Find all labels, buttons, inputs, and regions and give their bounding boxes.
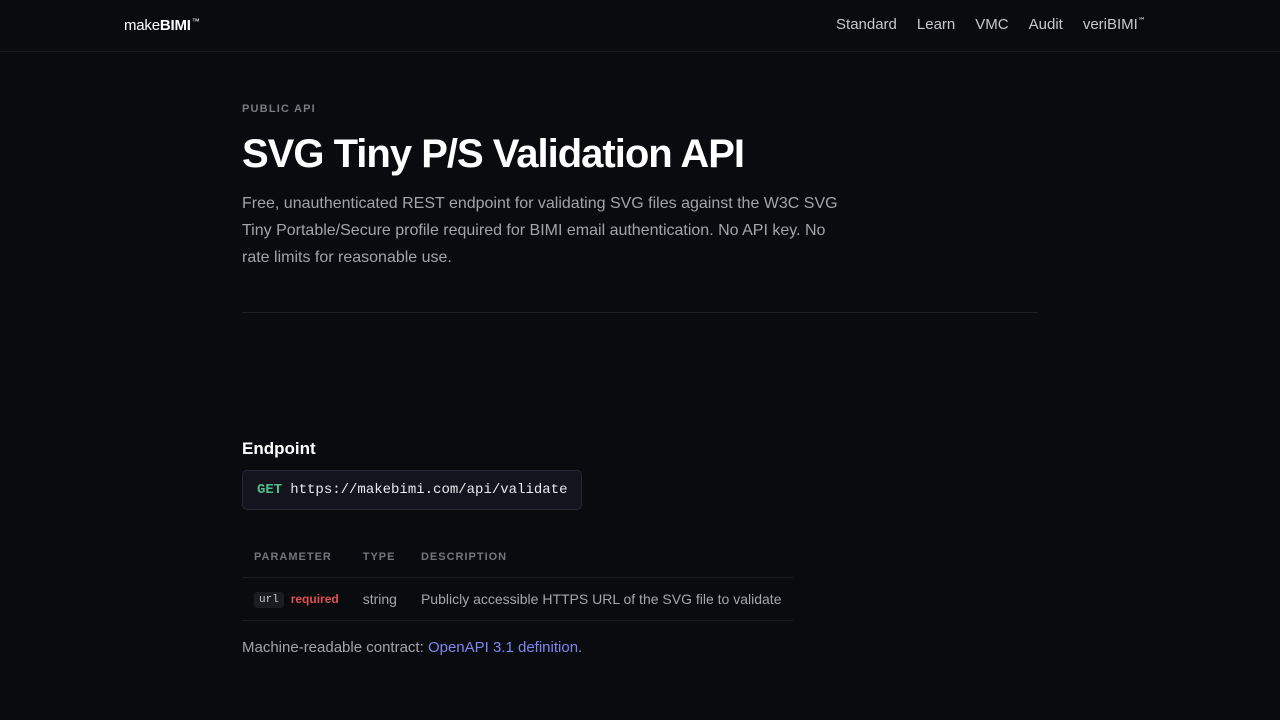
column-header-description: DESCRIPTION	[408, 537, 794, 578]
http-method: GET	[257, 482, 283, 498]
param-type: string	[350, 577, 409, 621]
param-description: Publicly accessible HTTPS URL of the SVG…	[408, 577, 794, 621]
section-divider	[242, 312, 1038, 313]
nav-link-veribimi[interactable]: veriBIMI℠	[1083, 16, 1146, 33]
nav-link-standard[interactable]: Standard	[836, 16, 897, 33]
table-row: url required string Publicly accessible …	[242, 577, 794, 621]
column-header-parameter: PARAMETER	[242, 537, 351, 578]
nav-link-audit[interactable]: Audit	[1029, 16, 1063, 33]
required-badge: required	[290, 592, 339, 606]
service-mark: ℠	[1137, 16, 1146, 25]
nav-link-vmc[interactable]: VMC	[975, 16, 1008, 33]
parameters-table: PARAMETER TYPE DESCRIPTION url required …	[242, 537, 794, 621]
endpoint-code-block[interactable]: GET https://makebimi.com/api/validate	[242, 470, 583, 510]
contract-prefix: Machine-readable contract:	[242, 639, 428, 656]
endpoint-url: https://makebimi.com/api/validate	[290, 482, 568, 498]
contract-suffix: .	[578, 639, 583, 656]
nav-link-veribimi-label: veriBIMI	[1082, 16, 1138, 33]
param-name-cell: url required	[242, 577, 351, 621]
section-eyebrow: PUBLIC API	[242, 103, 316, 115]
table-header-row: PARAMETER TYPE DESCRIPTION	[242, 537, 794, 578]
endpoint-heading: Endpoint	[242, 439, 316, 458]
nav-link-learn[interactable]: Learn	[917, 16, 955, 33]
main-nav: Standard Learn VMC Audit veriBIMI℠	[836, 16, 1146, 33]
site-header: makeBIMI™ Standard Learn VMC Audit veriB…	[0, 0, 1280, 52]
column-header-type: TYPE	[350, 537, 409, 578]
brand-prefix: make	[124, 17, 160, 34]
page-description: Free, unauthenticated REST endpoint for …	[242, 195, 838, 266]
brand-trademark: ™	[191, 17, 200, 26]
openapi-definition-link[interactable]: OpenAPI 3.1 definition	[428, 639, 578, 656]
brand-logo[interactable]: makeBIMI™	[124, 17, 200, 34]
param-name: url	[254, 592, 284, 608]
contract-note: Machine-readable contract: OpenAPI 3.1 d…	[242, 639, 582, 656]
brand-bold: BIMI	[159, 17, 191, 34]
page-title: SVG Tiny P/S Validation API	[242, 132, 745, 176]
